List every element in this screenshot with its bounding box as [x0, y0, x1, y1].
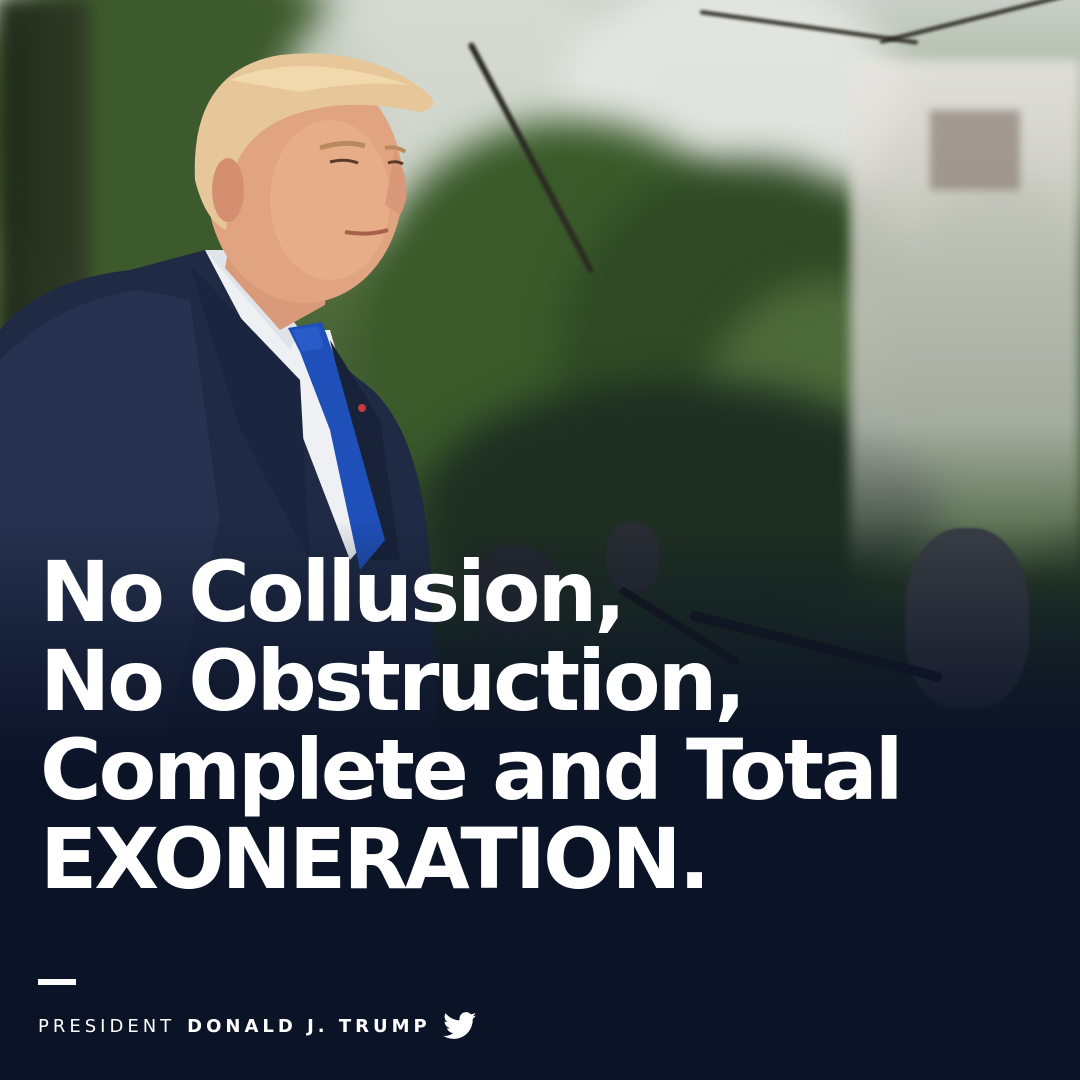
quote-graphic: No Collusion, No Obstruction, Complete a…	[0, 0, 1080, 1080]
twitter-bird-icon	[442, 1012, 477, 1040]
divider-dash	[38, 979, 76, 985]
headline-line-1: No Collusion,	[40, 543, 626, 641]
byline-title: PRESIDENT	[38, 1015, 176, 1037]
headline-line-4: EXONERATION.	[40, 810, 711, 908]
byline-name: DONALD J. TRUMP	[187, 1015, 431, 1037]
quote-headline: No Collusion, No Obstruction, Complete a…	[40, 548, 1060, 904]
headline-line-2: No Obstruction,	[40, 632, 746, 730]
headline-line-3: Complete and Total	[40, 721, 903, 819]
byline: PRESIDENT DONALD J. TRUMP	[38, 1012, 477, 1040]
